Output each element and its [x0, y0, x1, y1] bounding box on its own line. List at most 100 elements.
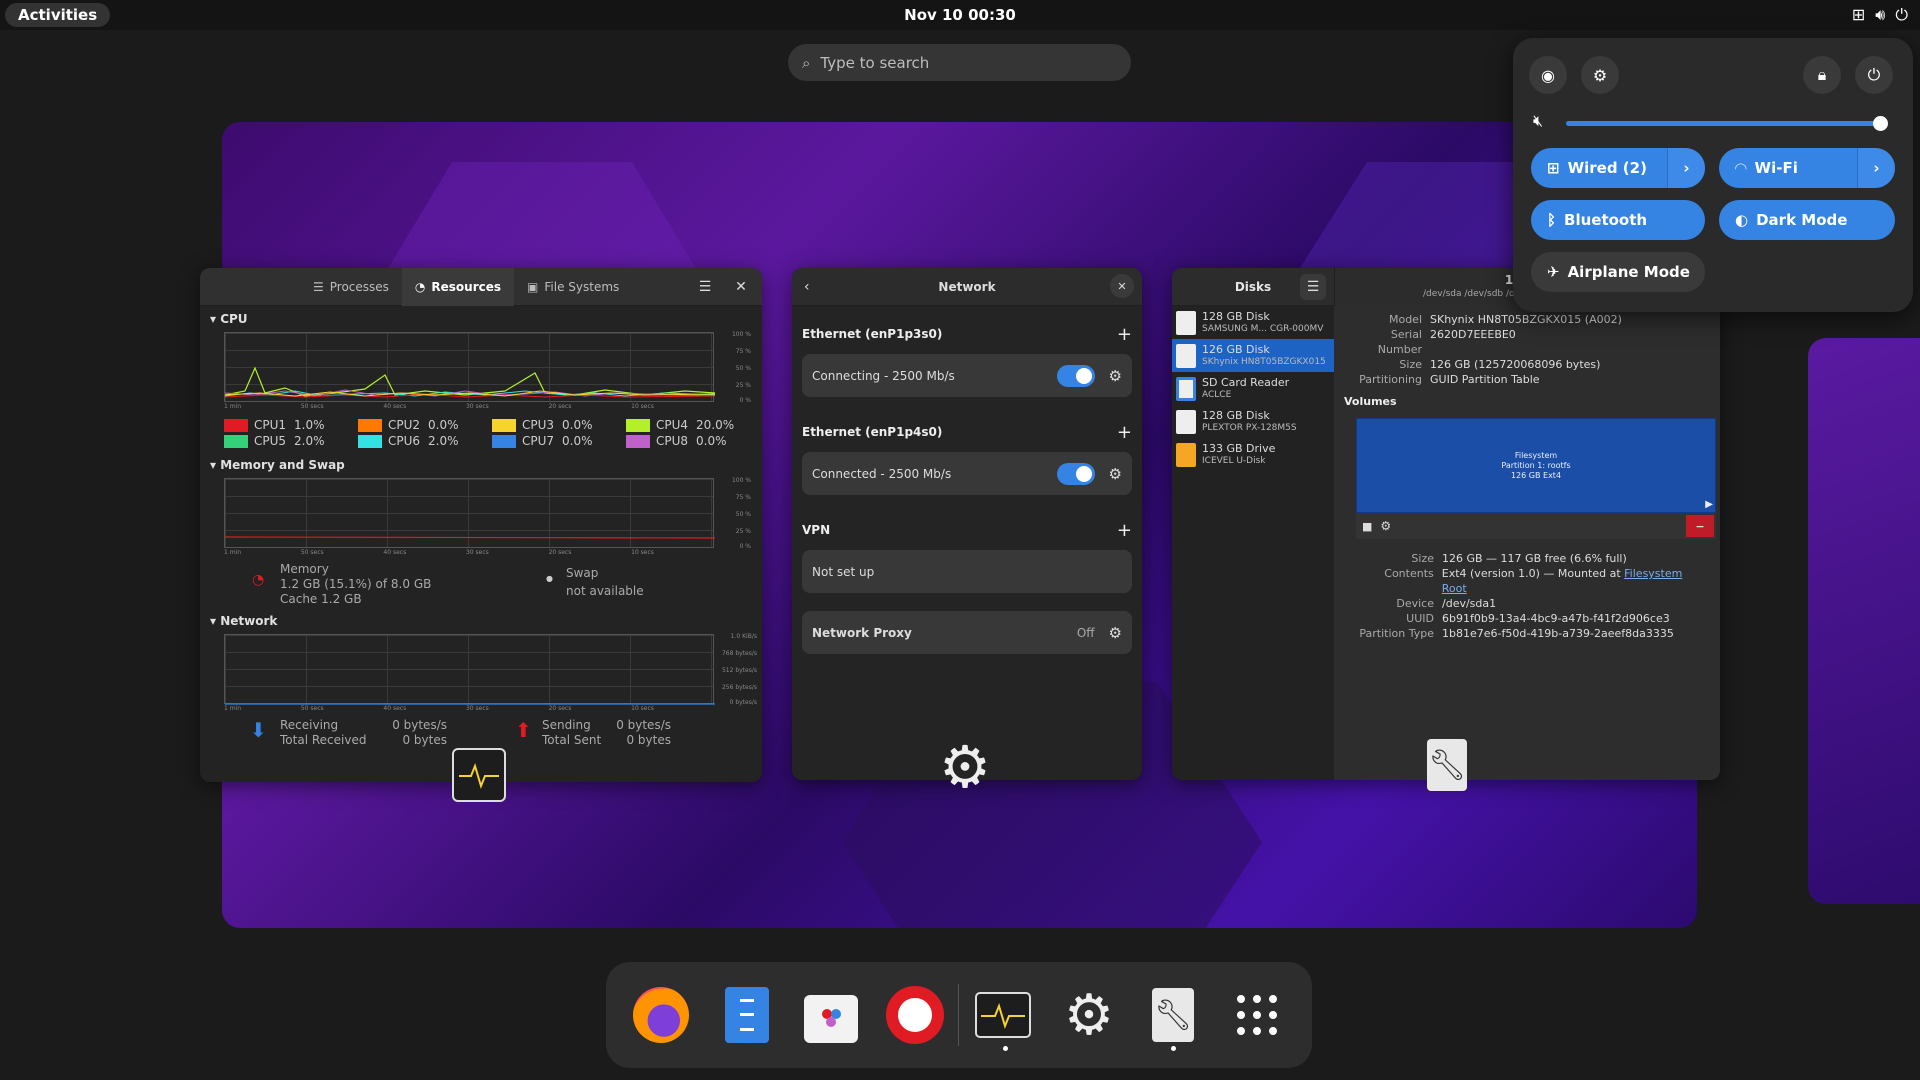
lock-button[interactable]: 🔒︎	[1803, 56, 1841, 94]
search-input[interactable]	[820, 53, 1091, 72]
mute-speaker-icon[interactable]: 🔇︎	[1533, 111, 1543, 131]
add-icon[interactable]: +	[1117, 520, 1132, 541]
wifi-submenu-arrow[interactable]: ›	[1857, 148, 1895, 188]
next-workspace-thumbnail[interactable]	[1808, 338, 1920, 904]
unmount-stop-icon[interactable]: ■	[1362, 520, 1372, 533]
cpu-legend-item[interactable]: CPU4 20.0%	[626, 418, 760, 432]
disk-model: PLEXTOR PX-128M5S	[1202, 422, 1297, 433]
cpu-section-header[interactable]: ▾ CPU	[200, 306, 762, 332]
wifi-label: Wi-Fi	[1754, 159, 1798, 177]
gears-icon[interactable]: ⚙	[1380, 519, 1391, 533]
disks-window[interactable]: Disks ☰ 126 G /dev/sda /dev/sdb /dev/sdc…	[1172, 268, 1720, 780]
dark-mode-label: Dark Mode	[1756, 211, 1848, 229]
tab-resources[interactable]: ◔ Resources	[401, 268, 515, 306]
ethernet-1-row[interactable]: Connecting - 2500 Mb/s ⚙	[802, 354, 1132, 397]
close-icon: ✕	[735, 279, 747, 295]
tab-file-systems[interactable]: ▣ File Systems	[514, 268, 632, 306]
disk-list-item[interactable]: 128 GB Disk PLEXTOR PX-128M5S	[1172, 405, 1334, 438]
cpu-color-swatch[interactable]	[358, 435, 382, 448]
power-off-button[interactable]: ⏻	[1855, 56, 1893, 94]
cpu-legend-item[interactable]: CPU1 1.0%	[224, 418, 358, 432]
ethernet-2-status: Connected - 2500 Mb/s	[812, 466, 952, 481]
cpu-color-swatch[interactable]	[224, 435, 248, 448]
add-icon[interactable]: +	[1117, 422, 1132, 443]
disk-list-item[interactable]: 133 GB Drive ICEVEL U-Disk	[1172, 438, 1334, 471]
airplane-mode-toggle[interactable]: ✈ Airplane Mode	[1531, 252, 1705, 292]
disk-list-item[interactable]: SD Card Reader ACLCE	[1172, 372, 1334, 405]
y-tick: 25 %	[735, 382, 751, 389]
bluetooth-toggle[interactable]: ᛒ Bluetooth	[1531, 200, 1705, 240]
close-button[interactable]: ✕	[728, 274, 754, 300]
firefox-icon[interactable]	[630, 984, 692, 1046]
volume-partition-bar[interactable]: Filesystem Partition 1: rootfs 126 GB Ex…	[1356, 418, 1716, 513]
dark-mode-toggle[interactable]: ◐ Dark Mode	[1719, 200, 1895, 240]
x-tick: 50 secs	[300, 705, 324, 712]
disk-info-key: Serial Number	[1377, 328, 1422, 356]
ethernet-1-toggle[interactable]	[1056, 364, 1095, 387]
gear-icon[interactable]: ⚙	[1109, 624, 1122, 642]
bluetooth-label: Bluetooth	[1564, 211, 1648, 229]
settings-button[interactable]: ⚙	[1581, 56, 1619, 94]
y-tick: 75 %	[735, 348, 751, 355]
software-icon[interactable]	[800, 984, 862, 1046]
ethernet-1-status: Connecting - 2500 Mb/s	[812, 368, 955, 383]
search-bar[interactable]: ⌕	[788, 44, 1131, 81]
system-monitor-window[interactable]: ☰ Processes ◔ Resources ▣ File Systems ☰ ✕ …	[200, 268, 762, 782]
cpu-color-swatch[interactable]	[492, 419, 516, 432]
disks-menu-button[interactable]: ☰	[1300, 274, 1326, 300]
disks-icon[interactable]: 🔧︎	[1142, 984, 1204, 1046]
gear-icon[interactable]: ⚙	[1109, 465, 1122, 483]
disk-info-value: 2620D7EEEBE0	[1430, 328, 1516, 341]
cpu-color-swatch[interactable]	[358, 419, 382, 432]
add-icon[interactable]: +	[1117, 324, 1132, 345]
network-proxy-row[interactable]: Network Proxy Off ⚙	[802, 611, 1132, 654]
memory-section-header[interactable]: ▾ Memory and Swap	[200, 452, 762, 478]
cpu-legend-item[interactable]: CPU7 0.0%	[492, 434, 626, 448]
cpu-name: CPU6	[388, 434, 421, 448]
network-headerbar: ‹ Network ✕	[792, 268, 1142, 306]
volume-contents-key: Contents	[1384, 567, 1434, 580]
help-icon[interactable]	[884, 984, 946, 1046]
cpu-legend-item[interactable]: CPU3 0.0%	[492, 418, 626, 432]
disk-model: ACLCE	[1202, 389, 1232, 400]
screenshot-button[interactable]: ◉	[1529, 56, 1567, 94]
close-button[interactable]: ✕	[1110, 274, 1134, 298]
cpu-color-swatch[interactable]	[626, 419, 650, 432]
wired-toggle[interactable]: ⊞ Wired (2) ›	[1531, 148, 1705, 188]
wired-submenu-arrow[interactable]: ›	[1667, 148, 1705, 188]
disk-list-item[interactable]: 128 GB Disk SAMSUNG M... CGR-000MV	[1172, 306, 1334, 339]
cpu-legend-item[interactable]: CPU2 0.0%	[358, 418, 492, 432]
ethernet-2-row[interactable]: Connected - 2500 Mb/s ⚙	[802, 452, 1132, 495]
receiving-label: Receiving	[280, 718, 339, 732]
cpu-color-swatch[interactable]	[492, 435, 516, 448]
ethernet-2-title: Ethernet (enP1p4s0)	[802, 425, 943, 439]
system-monitor-icon[interactable]	[972, 984, 1034, 1046]
cpu-legend-item[interactable]: CPU6 2.0%	[358, 434, 492, 448]
volume-slider[interactable]	[1566, 116, 1888, 131]
disk-name: 126 GB Disk	[1202, 342, 1270, 356]
cpu-color-swatch[interactable]	[224, 419, 248, 432]
status-area[interactable]: ⊞ 🔊︎ ⏻	[1852, 5, 1908, 25]
menu-button[interactable]: ☰	[692, 274, 718, 300]
network-section-header[interactable]: ▾ Network	[200, 608, 762, 634]
disk-drive-icon	[1176, 409, 1196, 434]
files-icon[interactable]	[716, 984, 778, 1046]
network-graph: 1.0 KiB/s 768 bytes/s 512 bytes/s 256 by…	[224, 633, 757, 706]
tab-processes[interactable]: ☰ Processes	[300, 268, 402, 306]
ethernet-2-toggle[interactable]	[1056, 462, 1095, 485]
cpu-legend-item[interactable]: CPU5 2.0%	[224, 434, 358, 448]
bluetooth-icon: ᛒ	[1547, 211, 1557, 229]
app-grid-icon[interactable]	[1226, 984, 1288, 1046]
clock[interactable]: Nov 10 00:30	[0, 6, 1920, 24]
network-settings-window[interactable]: ‹ Network ✕ Ethernet (enP1p3s0) + Connect…	[792, 268, 1142, 780]
delete-partition-button[interactable]: −	[1686, 515, 1714, 537]
search-icon: ⌕	[802, 53, 811, 72]
network-title: Network	[938, 279, 996, 294]
cpu-color-swatch[interactable]	[626, 435, 650, 448]
cpu-legend-item[interactable]: CPU8 0.0%	[626, 434, 760, 448]
disk-info-key: Model	[1388, 313, 1422, 326]
disk-list-item[interactable]: 126 GB Disk SKhynix HN8T05BZGKX015	[1172, 339, 1334, 372]
gear-icon[interactable]: ⚙	[1109, 367, 1122, 385]
settings-icon[interactable]: ⚙	[1058, 983, 1120, 1048]
wifi-toggle[interactable]: ◠ Wi-Fi ›	[1719, 148, 1895, 188]
